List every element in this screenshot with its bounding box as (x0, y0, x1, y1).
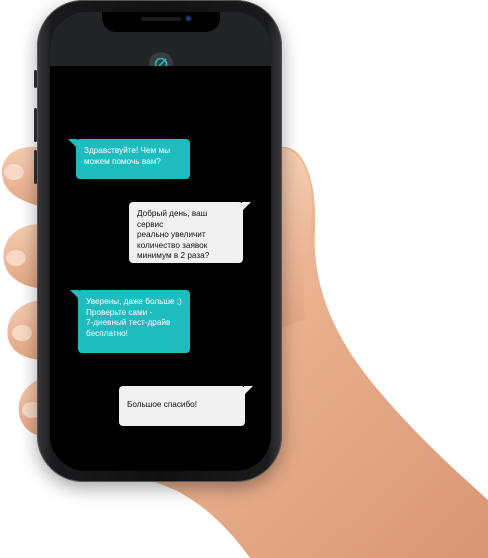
side-button (34, 108, 37, 142)
user-message-bubble: Большое спасибо! (119, 386, 253, 426)
bot-message-bubble: Уверены, даже больше ;) Проверьте сами -… (70, 290, 190, 353)
side-button (34, 150, 37, 184)
notch (101, 12, 220, 32)
bot-message-bubble: Здравствуйте! Чем мы можем помочь вам? (68, 139, 190, 179)
message-list: Здравствуйте! Чем мы можем помочь вам? Д… (50, 66, 271, 471)
phone-screen: Здравствуйте! Чем мы можем помочь вам? Д… (50, 12, 271, 471)
camera-icon (184, 15, 192, 22)
user-message-bubble: Добрый день, ваш сервис реально увеличит… (129, 202, 251, 263)
side-button (34, 70, 37, 88)
speaker-grille (140, 17, 181, 21)
